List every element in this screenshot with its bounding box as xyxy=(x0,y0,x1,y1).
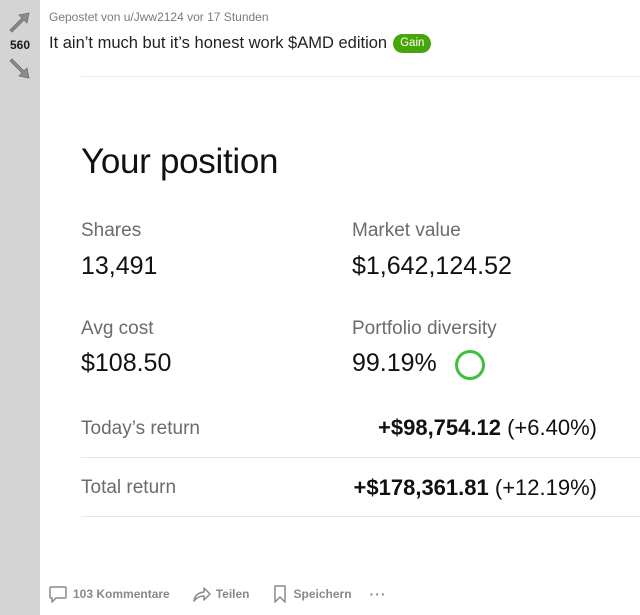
total-return-label: Total return xyxy=(81,477,177,498)
comments-button[interactable]: 103 Kommentare xyxy=(48,584,170,604)
avg-cost-label: Avg cost xyxy=(81,318,154,339)
more-icon[interactable]: ··· xyxy=(370,586,387,602)
bookmark-icon xyxy=(273,585,286,603)
downvote-icon xyxy=(9,58,30,79)
todays-return-label: Today’s return xyxy=(81,418,200,439)
save-button[interactable]: Speichern xyxy=(271,584,352,604)
todays-return-amount: +$98,754.12 xyxy=(378,415,501,440)
todays-return-pct: (+6.40%) xyxy=(507,415,597,440)
post-time: vor 17 Stunden xyxy=(187,10,269,24)
shares-value: 13,491 xyxy=(81,252,158,280)
market-value: $1,642,124.52 xyxy=(352,252,512,280)
post-image[interactable]: Your position Shares 13,491 Market value… xyxy=(40,64,640,574)
comments-label: 103 Kommentare xyxy=(73,587,170,601)
total-return-amount: +$178,361.81 xyxy=(353,475,489,500)
upvote-button[interactable] xyxy=(8,10,32,34)
share-label: Teilen xyxy=(215,587,250,601)
share-button[interactable]: Teilen xyxy=(191,584,250,604)
post-title-row: It ain’t much but it’s honest work $AMD … xyxy=(49,34,432,53)
divider xyxy=(81,457,640,458)
meta-prefix: Gepostet von xyxy=(49,10,121,24)
share-icon xyxy=(192,587,211,602)
upvote-icon xyxy=(9,12,30,33)
total-return-pct: (+12.19%) xyxy=(494,475,597,500)
author-link[interactable]: u/Jww2124 xyxy=(124,10,184,24)
market-value-label: Market value xyxy=(352,220,461,241)
downvote-button[interactable] xyxy=(8,57,32,81)
portfolio-diversity-label: Portfolio diversity xyxy=(352,318,497,339)
flair-badge[interactable]: Gain xyxy=(393,34,432,53)
portfolio-diversity-value: 99.19% xyxy=(352,349,437,377)
shares-label: Shares xyxy=(81,220,142,241)
divider xyxy=(81,516,640,517)
post-actions: 103 Kommentare Teilen Speichern ··· xyxy=(48,584,387,604)
post-title[interactable]: It ain’t much but it’s honest work $AMD … xyxy=(49,34,387,53)
vote-count: 560 xyxy=(9,38,31,52)
save-label: Speichern xyxy=(293,587,352,601)
comment-icon xyxy=(49,586,67,603)
post-meta: Gepostet von u/Jww2124 vor 17 Stunden xyxy=(49,10,269,24)
total-return-value: +$178,361.81 (+12.19%) xyxy=(354,475,597,501)
diversity-ring-icon xyxy=(455,350,485,380)
avg-cost-value: $108.50 xyxy=(81,349,172,377)
divider xyxy=(81,76,640,77)
todays-return-value: +$98,754.12 (+6.40%) xyxy=(378,415,597,441)
vote-rail: 560 xyxy=(0,0,40,615)
position-heading: Your position xyxy=(81,142,279,181)
